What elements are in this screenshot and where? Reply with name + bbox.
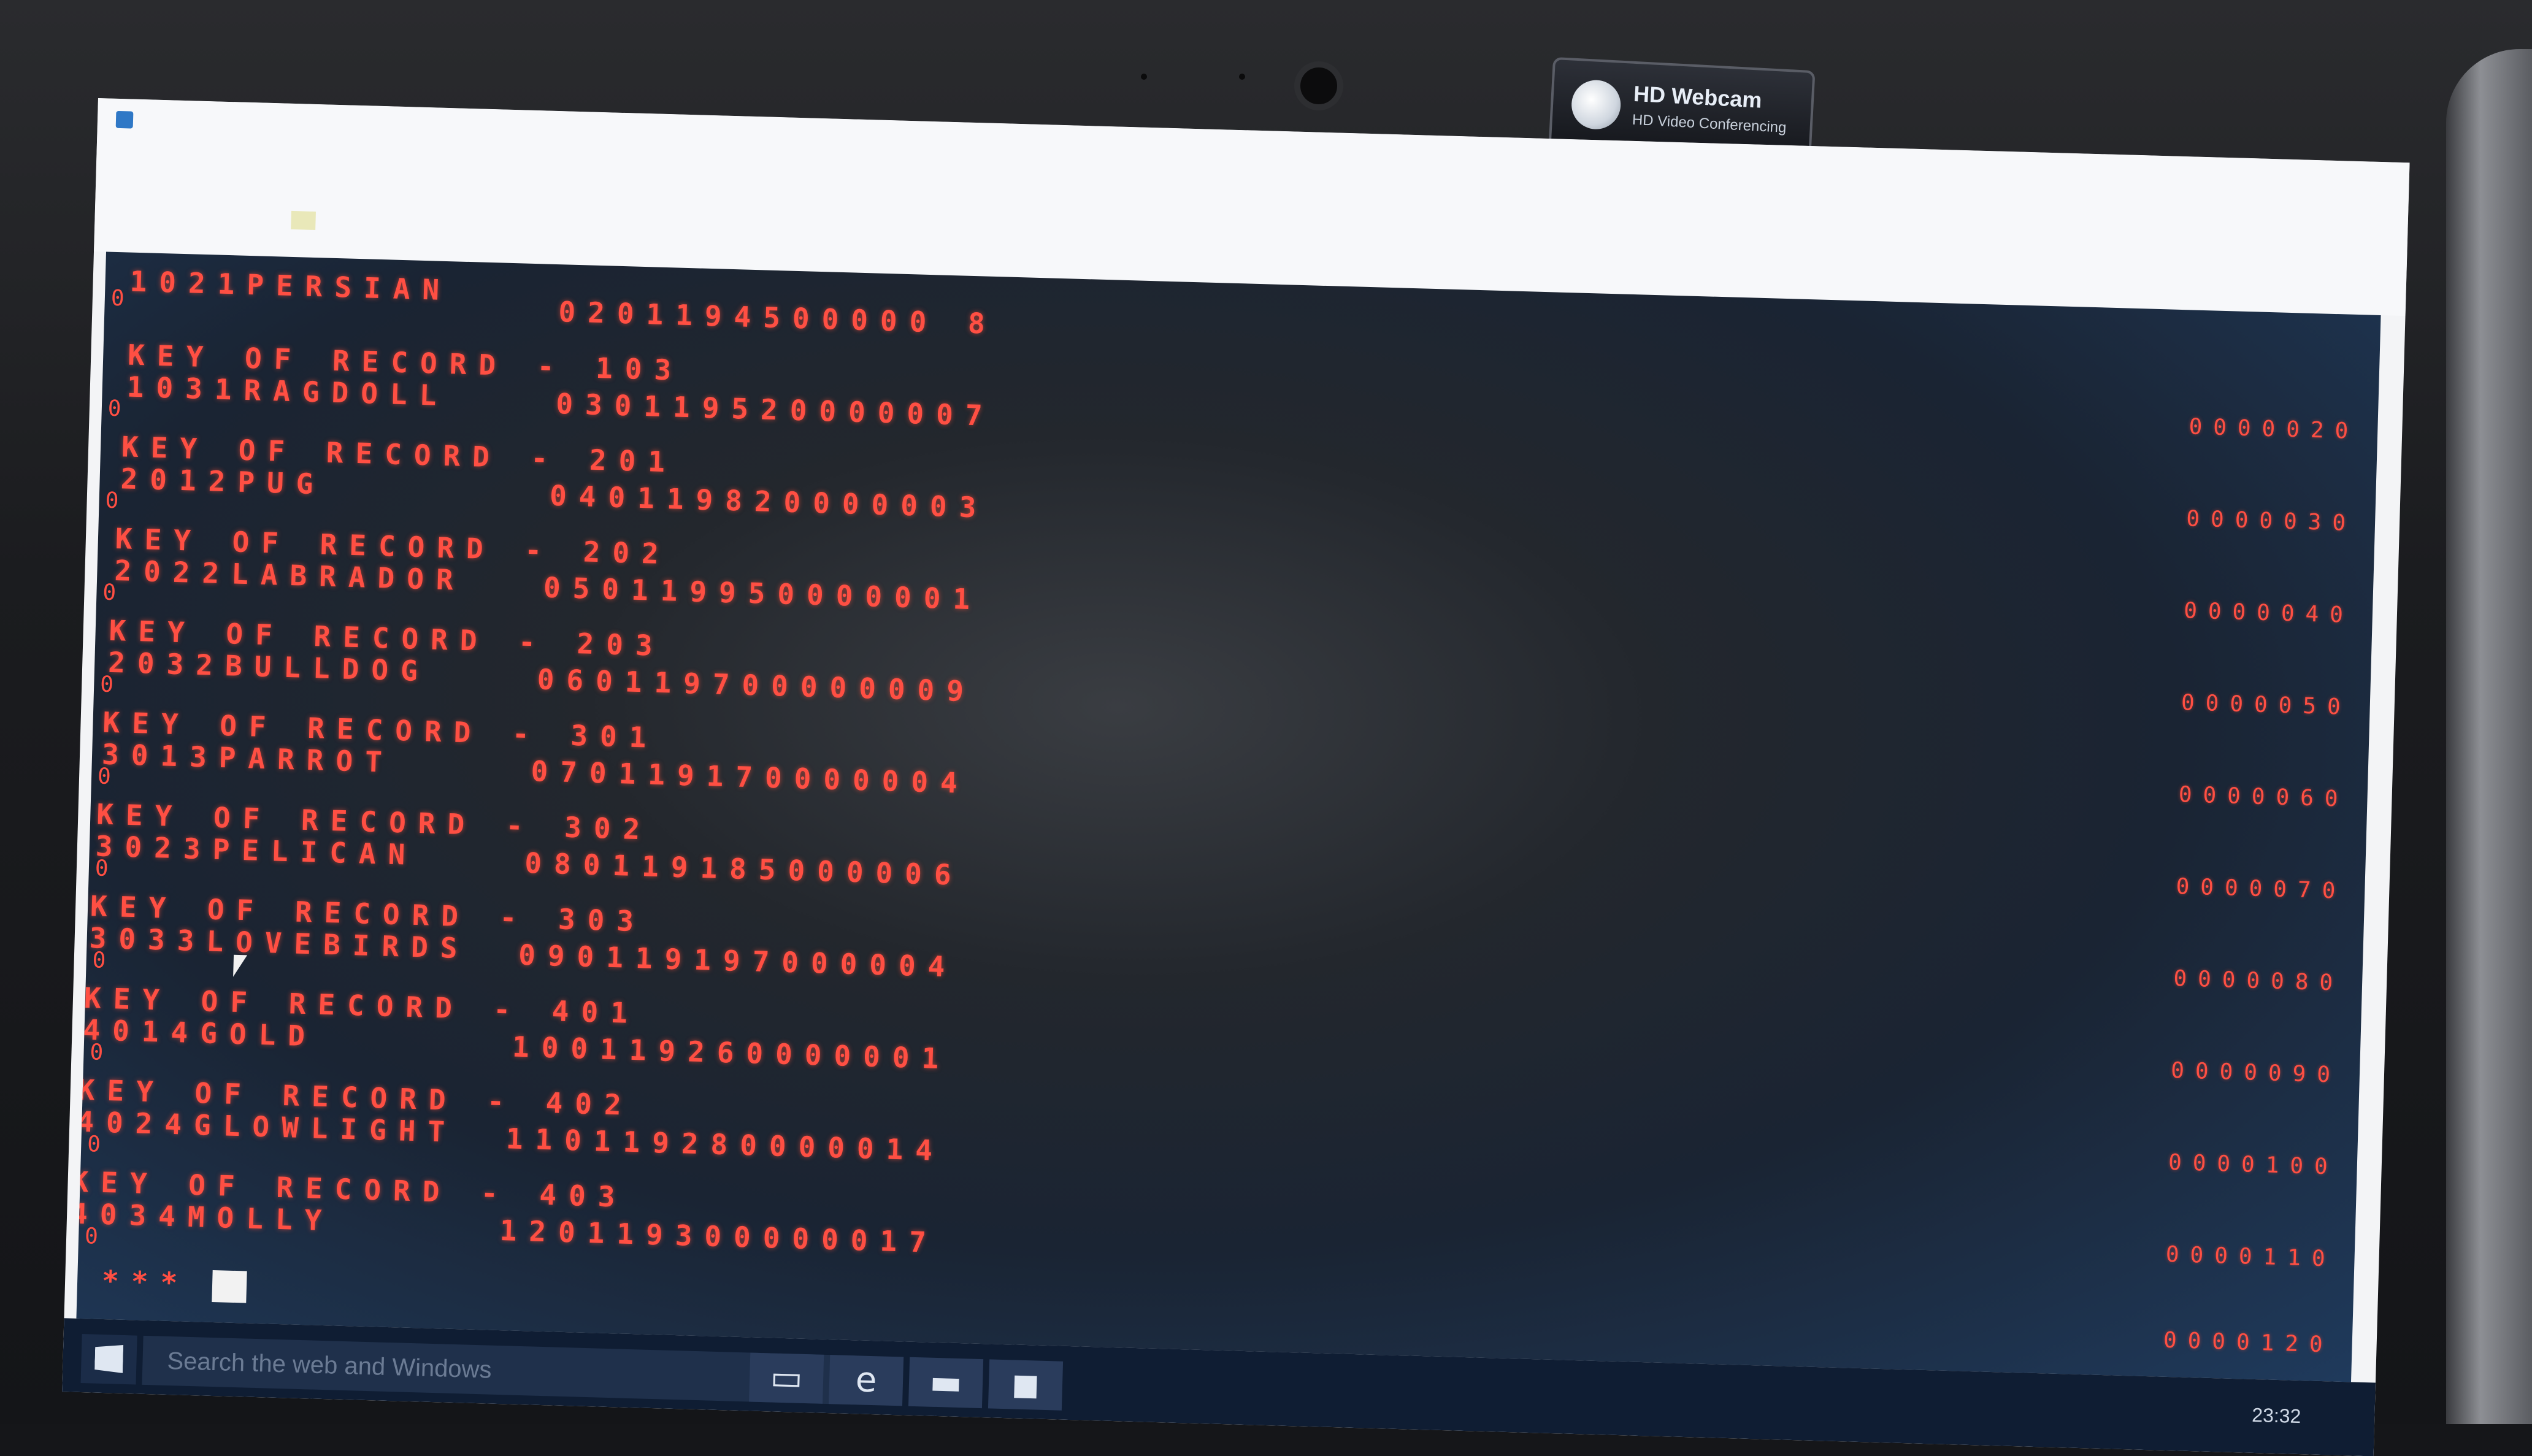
- console-output[interactable]: 1021PERSIAN 0201194500000 8 0 KEY OF REC…: [76, 251, 2381, 1382]
- zero-marker: 0: [97, 764, 112, 790]
- sticker-subtitle: HD Video Conferencing: [1632, 111, 1787, 136]
- record-value: 100119260000001: [512, 1030, 951, 1076]
- line-counter: 0000020: [2189, 414, 2360, 445]
- zero-marker: 0: [99, 672, 114, 698]
- task-view-icon[interactable]: ▭: [749, 1352, 824, 1404]
- windows-logo-icon: [94, 1344, 123, 1373]
- line-counter: 0000110: [2165, 1241, 2337, 1272]
- camera-lens-icon: [1570, 79, 1622, 131]
- zero-marker: 0: [102, 580, 117, 606]
- record-name: 4014GOLD: [82, 1013, 318, 1053]
- zero-marker: 0: [86, 1132, 101, 1157]
- zero-marker: 0: [107, 396, 122, 422]
- laptop-rim: [2446, 49, 2532, 1424]
- laptop-screen: 1021PERSIAN 0201194500000 8 0 KEY OF REC…: [62, 98, 2410, 1456]
- record-name: 2012PUG: [120, 462, 326, 501]
- file-explorer-icon[interactable]: ▬: [908, 1357, 984, 1409]
- console-prompt: ***: [101, 1263, 190, 1300]
- record-value: 030119520000007: [555, 387, 996, 432]
- zero-marker: 0: [105, 488, 119, 514]
- edge-icon[interactable]: e: [829, 1355, 904, 1406]
- record-value: 090119197000004: [518, 938, 958, 984]
- line-counter: 0000120: [2163, 1327, 2334, 1358]
- record-value: 110119280000014: [505, 1122, 945, 1168]
- line-counter: 0000040: [2183, 598, 2355, 629]
- app-icon: [115, 110, 134, 129]
- record-value: 060119700000009: [537, 662, 976, 708]
- line-counter: 0000090: [2170, 1057, 2342, 1088]
- webcam-icon: [1294, 61, 1343, 110]
- record-value: 120119300000017: [499, 1214, 939, 1259]
- sticker-title: HD Webcam: [1633, 80, 1763, 113]
- record-value: 070119170000004: [530, 754, 970, 800]
- line-counter: 0000070: [2176, 874, 2347, 904]
- zero-marker: 0: [84, 1224, 99, 1249]
- zero-marker: 0: [89, 1040, 104, 1065]
- sensor-dot: [1141, 74, 1147, 80]
- start-button[interactable]: [80, 1334, 137, 1385]
- zero-marker: 0: [92, 948, 106, 973]
- clock[interactable]: 23:32: [2252, 1404, 2301, 1428]
- zero-marker: 0: [110, 285, 125, 312]
- line-counter: 0000030: [2185, 506, 2357, 537]
- line-counter: 0000060: [2178, 782, 2350, 812]
- store-icon[interactable]: ◼: [988, 1359, 1064, 1411]
- line-counter: 0000100: [2168, 1149, 2339, 1180]
- zero-marker: 0: [94, 856, 109, 881]
- search-input[interactable]: Search the web and Windows: [142, 1335, 855, 1405]
- highlight-mark: [291, 210, 316, 230]
- record-value: 040119820000003: [549, 478, 989, 524]
- line-counter: 0000050: [2181, 690, 2352, 720]
- sensor-dot: [1239, 74, 1245, 80]
- record-name: 4034MOLLY: [76, 1197, 335, 1238]
- record-name: 1021PERSIAN: [129, 264, 452, 307]
- record-value: 050119950000001: [543, 570, 983, 616]
- text-cursor: [212, 1270, 247, 1303]
- mouse-pointer-icon: [233, 954, 248, 978]
- record-value: 080119185000006: [524, 846, 964, 892]
- line-counter: 0000080: [2173, 966, 2344, 996]
- record-value: 0201194500000 8: [558, 295, 998, 341]
